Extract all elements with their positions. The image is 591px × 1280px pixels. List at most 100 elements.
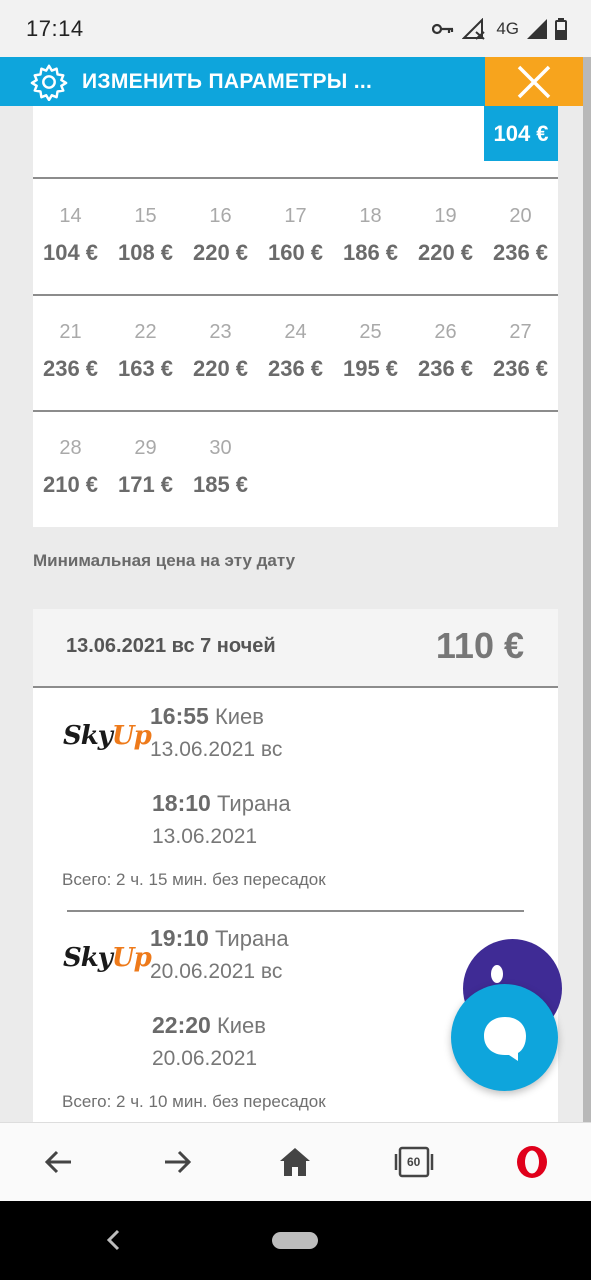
calendar-day[interactable]: 28 210 €	[33, 434, 108, 498]
tabs-count: 60	[406, 1155, 421, 1169]
offer-price: 110 €	[435, 625, 524, 666]
day-number: 17	[284, 205, 307, 227]
system-back-icon[interactable]	[104, 1227, 124, 1253]
day-number: 20	[509, 205, 532, 227]
calendar-day[interactable]: 27 236 €	[483, 318, 558, 382]
logo-part: Sky	[63, 721, 113, 751]
day-number: 23	[209, 321, 232, 343]
day-number: 28	[59, 437, 82, 459]
day-number: 22	[134, 321, 157, 343]
day-price: 195 €	[342, 356, 399, 381]
forward-button[interactable]	[147, 1132, 207, 1192]
opera-menu-button[interactable]	[502, 1132, 562, 1192]
day-number: 27	[509, 321, 532, 343]
calendar-day[interactable]: 24 236 €	[258, 318, 333, 382]
day-price: 160 €	[267, 240, 324, 265]
day-number: 19	[434, 205, 457, 227]
arrival-date: 20.06.2021	[152, 1047, 258, 1070]
system-nav-bar	[0, 1201, 591, 1280]
day-price: 210 €	[42, 472, 99, 497]
selected-day-price[interactable]: 104 €	[484, 106, 558, 161]
flight-duration: Всего: 2 ч. 15 мин. без пересадок	[62, 870, 326, 889]
day-number: 24	[284, 321, 307, 343]
arrival: 22:20 Киев 20.06.2021	[152, 1012, 266, 1071]
arrival-city: Киев	[216, 1013, 266, 1038]
day-price: 220 €	[417, 240, 474, 265]
departure-date: 20.06.2021 вс	[150, 960, 283, 983]
offer-date: 13.06.2021 вс 7 ночей	[66, 635, 276, 657]
calendar-day[interactable]: 18 186 €	[333, 202, 408, 266]
offer-header[interactable]: 13.06.2021 вс 7 ночей 110 €	[33, 609, 558, 688]
home-button[interactable]	[265, 1132, 325, 1192]
chat-bubble-icon	[483, 1016, 526, 1061]
system-home-pill[interactable]	[272, 1232, 318, 1249]
calendar-day[interactable]: 16 220 €	[183, 202, 258, 266]
arrival-city: Тирана	[216, 791, 291, 816]
calendar-day[interactable]: 15 108 €	[108, 202, 183, 266]
day-number: 14	[59, 205, 82, 227]
departure-city: Тирана	[214, 926, 289, 951]
wifi-off-icon	[462, 17, 485, 40]
calendar-day[interactable]: 20 236 €	[483, 202, 558, 266]
day-price: 163 €	[117, 356, 174, 381]
back-button[interactable]	[29, 1132, 89, 1192]
day-number: 29	[134, 437, 157, 459]
logo-part: Up	[111, 943, 152, 973]
departure-time: 19:10	[150, 925, 209, 951]
departure-city: Киев	[214, 704, 264, 729]
day-price: 220 €	[192, 356, 249, 381]
close-button[interactable]	[485, 57, 583, 106]
arrival-time: 18:10	[152, 790, 211, 816]
calendar-day[interactable]: 30 185 €	[183, 434, 258, 498]
browser-toolbar: 60	[0, 1122, 591, 1201]
arrival-date: 13.06.2021	[152, 825, 258, 848]
day-number: 18	[359, 205, 382, 227]
opera-icon	[516, 1146, 547, 1178]
status-bar: 17:14 4G	[0, 0, 591, 57]
day-price: 236 €	[42, 356, 99, 381]
arrival-time: 22:20	[152, 1012, 211, 1038]
day-number: 21	[59, 321, 82, 343]
calendar-day[interactable]: 22 163 €	[108, 318, 183, 382]
flight-duration: Всего: 2 ч. 10 мин. без пересадок	[62, 1092, 326, 1111]
day-price: 186 €	[342, 240, 399, 265]
calendar-day[interactable]: 29 171 €	[108, 434, 183, 498]
flight-divider	[67, 910, 524, 912]
calendar-day[interactable]: 26 236 €	[408, 318, 483, 382]
calendar-divider	[33, 294, 558, 296]
calendar-day[interactable]: 25 195 €	[333, 318, 408, 382]
page-scrollbar[interactable]	[583, 57, 591, 1122]
skyup-logo: SkyUp	[63, 943, 152, 973]
logo-part: Up	[111, 721, 152, 751]
change-params-bar[interactable]: ИЗМЕНИТЬ ПАРАМЕТРЫ ...	[0, 57, 583, 106]
day-number: 26	[434, 321, 457, 343]
min-price-label: Минимальная цена на эту дату	[33, 551, 296, 570]
signal-icon	[527, 18, 547, 39]
tabs-button[interactable]: 60	[384, 1132, 444, 1192]
departure-time: 16:55	[150, 703, 209, 729]
arrival: 18:10 Тирана 13.06.2021	[152, 790, 291, 849]
day-price: 236 €	[492, 356, 549, 381]
home-icon	[280, 1148, 311, 1176]
day-number: 16	[209, 205, 232, 227]
day-price: 171 €	[117, 472, 174, 497]
day-number: 25	[359, 321, 382, 343]
calendar-divider	[33, 410, 558, 412]
day-price: 236 €	[492, 240, 549, 265]
calendar-day[interactable]: 14 104 €	[33, 202, 108, 266]
calendar-day[interactable]: 19 220 €	[408, 202, 483, 266]
calendar-day[interactable]: 17 160 €	[258, 202, 333, 266]
forward-arrow-icon	[165, 1150, 192, 1174]
status-time: 17:14	[26, 15, 84, 41]
departure: 16:55 Киев 13.06.2021 вс	[150, 703, 282, 762]
change-params-label[interactable]: ИЗМЕНИТЬ ПАРАМЕТРЫ ...	[82, 70, 372, 94]
day-price: 108 €	[117, 240, 174, 265]
calendar-day[interactable]: 21 236 €	[33, 318, 108, 382]
day-price: 220 €	[192, 240, 249, 265]
battery-icon	[555, 17, 567, 40]
day-price: 236 €	[417, 356, 474, 381]
gear-icon	[30, 64, 68, 101]
network-type: 4G	[496, 18, 519, 38]
chat-button[interactable]	[451, 984, 558, 1091]
calendar-day[interactable]: 23 220 €	[183, 318, 258, 382]
